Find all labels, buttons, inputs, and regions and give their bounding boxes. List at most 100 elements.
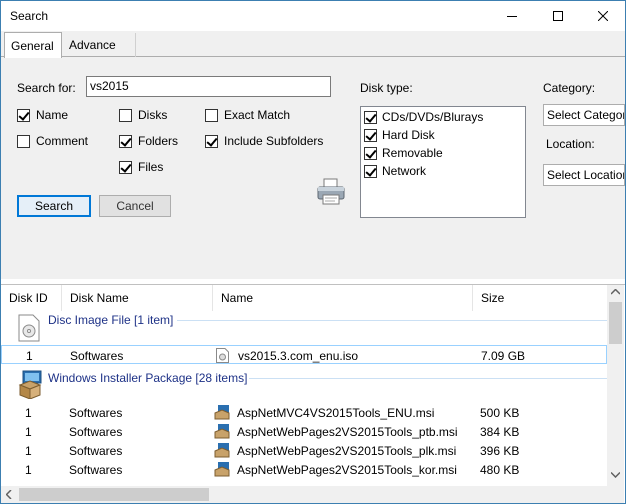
maximize-button[interactable]	[535, 1, 581, 31]
disk-type-item[interactable]: CDs/DVDs/Blurays	[364, 109, 483, 125]
files-checkbox-label: Files	[138, 160, 164, 174]
vertical-scroll-thumb[interactable]	[609, 302, 622, 344]
minimize-icon	[507, 16, 517, 17]
msi-file-icon	[214, 462, 230, 477]
cell-disk-id: 1	[25, 406, 32, 420]
table-row[interactable]: 1 Softwares vs2015.3.com_enu.iso 7.09 GB	[1, 345, 607, 364]
column-header-name[interactable]: Name	[213, 285, 473, 311]
scroll-up-arrow-icon[interactable]	[611, 289, 620, 295]
disk-type-checkbox[interactable]	[364, 146, 377, 160]
table-row[interactable]: 1 Softwares AspNetWebPages2VS2015Tools_p…	[1, 441, 607, 460]
results-list: Disk ID Disk Name Name Size Disc Image F…	[1, 284, 625, 503]
disc-file-icon	[18, 314, 40, 342]
files-checkbox[interactable]	[119, 161, 132, 174]
tab-general-label: General	[11, 38, 54, 53]
cell-file-name: AspNetWebPages2VS2015Tools_ptb.msi	[237, 425, 458, 439]
cell-size: 396 KB	[480, 444, 520, 458]
tab-advance[interactable]: Advance	[63, 33, 136, 57]
iso-file-icon	[216, 348, 229, 363]
disk-type-item-label: Hard Disk	[382, 128, 435, 142]
column-header-disk-id[interactable]: Disk ID	[1, 285, 62, 311]
scrollbar-corner	[607, 486, 624, 503]
tab-general[interactable]: General	[4, 32, 62, 58]
cell-file-name: AspNetWebPages2VS2015Tools_kor.msi	[237, 463, 457, 477]
cell-disk-name: Softwares	[69, 444, 123, 458]
name-checkbox-label: Name	[36, 108, 69, 122]
print-button[interactable]	[315, 176, 347, 208]
disc-image-group-icon	[18, 314, 40, 345]
search-window: Search General Advance Search for: vs201…	[0, 0, 626, 504]
horizontal-scrollbar[interactable]	[1, 486, 607, 503]
disk-type-item-label: CDs/DVDs/Blurays	[382, 110, 484, 124]
scroll-down-arrow-icon[interactable]	[611, 472, 620, 478]
disk-type-item[interactable]: Network	[364, 163, 426, 179]
name-checkbox[interactable]	[17, 109, 30, 122]
disk-type-checkbox[interactable]	[364, 110, 377, 124]
include-subfolders-checkbox[interactable]	[205, 135, 218, 148]
maximize-icon	[553, 11, 563, 21]
search-options-panel: General Advance Search for: vs2015 Name …	[1, 31, 625, 279]
cell-disk-id: 1	[25, 444, 32, 458]
disk-type-label: Disk type:	[360, 81, 413, 95]
table-row[interactable]: 1 Softwares AspNetWebPages2VS2015Tools_p…	[1, 422, 607, 441]
folders-checkbox-label: Folders	[138, 134, 179, 148]
disks-checkbox[interactable]	[119, 109, 132, 122]
location-label: Location:	[546, 137, 595, 151]
column-header-label: Size	[481, 291, 505, 305]
disks-checkbox-label: Disks	[138, 108, 168, 122]
exact-match-checkbox-label: Exact Match	[224, 108, 291, 122]
group-header[interactable]: Disc Image File [1 item]	[48, 313, 173, 327]
cell-file-name: AspNetWebPages2VS2015Tools_plk.msi	[237, 444, 457, 458]
disk-type-item-label: Network	[382, 164, 427, 178]
search-for-label: Search for:	[17, 81, 76, 95]
search-input[interactable]: vs2015	[86, 76, 331, 97]
disk-type-checkbox[interactable]	[364, 128, 377, 142]
disk-type-list: CDs/DVDs/Blurays Hard Disk Removable Net…	[360, 106, 526, 218]
close-icon	[598, 11, 608, 21]
cell-disk-name: Softwares	[69, 463, 123, 477]
table-row[interactable]: 1 Softwares AspNetWebPages2VS2015Tools_k…	[1, 460, 607, 479]
close-button[interactable]	[580, 1, 625, 31]
cell-disk-name: Softwares	[69, 425, 123, 439]
title-bar: Search	[1, 1, 625, 31]
cell-disk-id: 1	[26, 349, 33, 363]
category-label: Category:	[543, 81, 596, 95]
cell-size: 480 KB	[480, 463, 520, 477]
horizontal-scroll-thumb[interactable]	[19, 488, 209, 501]
search-button[interactable]: Search	[17, 195, 91, 217]
column-header-label: Disk Name	[70, 291, 129, 305]
include-subfolders-checkbox-label: Include Subfolders	[224, 134, 324, 148]
column-header-disk-name[interactable]: Disk Name	[62, 285, 213, 311]
msi-file-icon	[214, 424, 230, 439]
cell-disk-id: 1	[25, 463, 32, 477]
msi-file-icon	[214, 443, 230, 458]
column-header-label: Name	[221, 291, 254, 305]
disk-type-item-label: Removable	[382, 146, 443, 160]
cell-disk-name: Softwares	[70, 349, 124, 363]
search-button-label: Search	[34, 199, 74, 213]
disk-type-item[interactable]: Hard Disk	[364, 127, 435, 143]
installer-package-icon	[18, 370, 42, 400]
category-select[interactable]: Select Category	[543, 104, 625, 126]
printer-icon	[317, 178, 345, 205]
minimize-button[interactable]	[489, 1, 535, 31]
cancel-button[interactable]: Cancel	[99, 195, 171, 217]
cell-file-name: AspNetMVC4VS2015Tools_ENU.msi	[237, 406, 435, 420]
cell-file-name: vs2015.3.com_enu.iso	[238, 349, 359, 363]
vertical-scrollbar[interactable]	[607, 285, 624, 503]
group-divider	[249, 378, 607, 379]
column-header-size[interactable]: Size	[473, 285, 607, 311]
group-header[interactable]: Windows Installer Package [28 items]	[48, 371, 247, 385]
location-select[interactable]: Select Location	[543, 164, 625, 186]
window-title: Search	[10, 9, 49, 23]
comment-checkbox[interactable]	[17, 135, 30, 148]
table-row[interactable]: 1 Softwares AspNetMVC4VS2015Tools_ENU.ms…	[1, 403, 607, 422]
exact-match-checkbox[interactable]	[205, 109, 218, 122]
scroll-left-arrow-icon[interactable]	[6, 490, 12, 499]
disk-type-checkbox[interactable]	[364, 164, 377, 178]
disk-type-item[interactable]: Removable	[364, 145, 443, 161]
cell-size: 500 KB	[480, 406, 520, 420]
installer-group-icon	[18, 369, 44, 402]
folders-checkbox[interactable]	[119, 135, 132, 148]
cell-disk-id: 1	[25, 425, 32, 439]
